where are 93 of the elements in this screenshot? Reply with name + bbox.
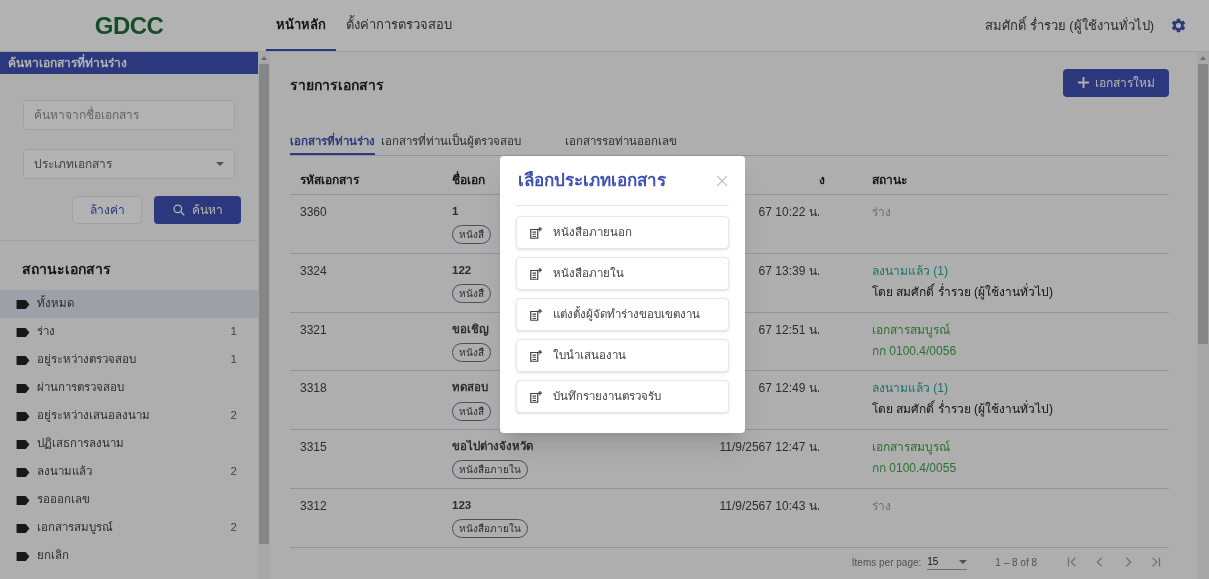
- item-count: 2: [230, 464, 238, 480]
- caret-icon: [959, 559, 968, 564]
- page-size-dropdown[interactable]: 15: [927, 554, 968, 571]
- document-type-option[interactable]: หนังสือภายใน: [516, 257, 729, 290]
- document-name: 122: [452, 262, 472, 278]
- status-item[interactable]: ลงนามแล้ว 2: [0, 458, 258, 486]
- page-title: รายการเอกสาร: [290, 76, 384, 96]
- status-item[interactable]: ปฏิเสธการลงนาม: [0, 430, 258, 458]
- status-item[interactable]: อยู่ระหว่างเสนอลงนาม 2: [0, 402, 258, 430]
- document-tab[interactable]: เอกสารที่ท่านร่าง: [290, 130, 375, 155]
- status-detail: กก 0100.4/0056: [872, 342, 957, 360]
- clear-button[interactable]: ล้างค่า: [72, 196, 142, 224]
- tag-icon: [15, 522, 31, 534]
- settings-icon[interactable]: [1170, 17, 1187, 34]
- page-range: 1 – 8 of 8: [995, 555, 1037, 570]
- item-count: 1: [230, 324, 238, 340]
- search-field[interactable]: ค้นหาจากชื่อเอกสาร: [23, 100, 235, 130]
- table-cell: 3360: [300, 205, 327, 220]
- section-heading: สถานะเอกสาร: [21, 260, 112, 279]
- new-document-button[interactable]: เอกสารใหม่: [1063, 68, 1169, 97]
- document-tab[interactable]: เอกสารรอท่านออกเลข: [565, 130, 677, 155]
- tag-icon: [15, 494, 31, 506]
- status-label: เอกสารสมบูรณ์: [872, 321, 950, 339]
- status-detail: โดย สมศักดิ์ ร่ำรวย (ผู้ใช้งานทั่วไป): [872, 282, 1053, 301]
- status-item[interactable]: รอออกเลข: [0, 486, 258, 514]
- item-count: 2: [230, 408, 238, 424]
- search-button[interactable]: ค้นหา: [154, 196, 241, 224]
- status-item[interactable]: ผ่านการตรวจสอบ: [0, 374, 258, 402]
- table-cell: 3318: [300, 381, 327, 396]
- status-label: ร่าง: [872, 497, 891, 515]
- status-detail: กก 0100.4/0055: [872, 460, 957, 478]
- type-dropdown[interactable]: ประเภทเอกสาร: [23, 149, 235, 179]
- table-cell: 67 12:51 น.: [758, 322, 820, 337]
- tag-icon: [15, 326, 31, 338]
- status-item[interactable]: ยกเลิก: [0, 542, 258, 570]
- status-detail: โดย สมศักดิ์ ร่ำรวย (ผู้ใช้งานทั่วไป): [872, 400, 1053, 419]
- document-name: ขอเชิญ: [452, 321, 489, 338]
- document-tab[interactable]: เอกสารที่ท่านเป็นผู้ตรวจสอบ: [381, 130, 559, 155]
- dialog-title: เลือกประเภทเอกสาร: [517, 169, 666, 192]
- column-header: สถานะ: [872, 172, 907, 187]
- tag-icon: [15, 550, 31, 562]
- document-name: ทดสอบ: [452, 380, 488, 396]
- table-cell: 3321: [300, 322, 327, 337]
- document-type-option[interactable]: แต่งตั้งผู้จัดทำร่างขอบเขตงาน: [516, 298, 729, 331]
- status-label: เอกสารสมบูรณ์: [872, 439, 950, 457]
- item-count: 1: [230, 352, 238, 368]
- status-label: ลงนามแล้ว (1): [872, 262, 948, 280]
- document-name: 123: [452, 497, 472, 513]
- column-header: ง: [819, 171, 825, 189]
- status-item[interactable]: ร่าง 1: [0, 318, 258, 346]
- panel-title: ค้นหาเอกสารที่ท่านร่าง: [0, 52, 258, 74]
- table-cell: 67 13:39 น.: [758, 263, 820, 278]
- tag-icon: [15, 298, 31, 310]
- table-cell: 11/9/2567 10:43 น.: [719, 498, 820, 513]
- table-cell: 67 10:22 น.: [758, 205, 820, 220]
- add-document-icon: [529, 307, 543, 322]
- tag-icon: [15, 382, 31, 394]
- user-name: สมศักดิ์ ร่ำรวย (ผู้ใช้งานทั่วไป): [985, 15, 1154, 36]
- logo: GDCC: [94, 10, 164, 41]
- table-cell: 67 12:49 น.: [758, 381, 820, 396]
- item-count: 2: [230, 520, 238, 536]
- document-type-option[interactable]: ใบนำเสนองาน: [516, 339, 729, 372]
- document-name: 1: [452, 204, 459, 220]
- add-document-icon: [529, 266, 543, 281]
- status-label: ลงนามแล้ว (1): [872, 380, 948, 398]
- tag-icon: [15, 438, 31, 450]
- column-header: รหัสเอกสาร: [300, 172, 359, 187]
- status-item[interactable]: เอกสารสมบูรณ์ 2: [0, 514, 258, 542]
- document-type-option[interactable]: บันทึกรายงานตรวจรับ: [516, 380, 729, 413]
- status-item[interactable]: อยู่ระหว่างตรวจสอบ 1: [0, 346, 258, 374]
- tag-icon: [15, 466, 31, 478]
- document-type-option[interactable]: หนังสือภายนอก: [516, 216, 729, 249]
- scrollbar[interactable]: [258, 52, 270, 579]
- plus-icon: [1077, 77, 1089, 89]
- pagination-label: Items per page:: [851, 555, 922, 570]
- close-icon[interactable]: [717, 175, 727, 186]
- document-name: ขอไปต่างจังหวัด: [452, 438, 533, 455]
- tag-icon: [15, 354, 31, 366]
- scrollbar[interactable]: [1197, 52, 1209, 579]
- caret-icon: [216, 162, 224, 166]
- table-cell: 3312: [300, 498, 327, 513]
- search-icon: [172, 203, 186, 217]
- column-header: ชื่อเอก: [452, 172, 485, 187]
- status-label: ร่าง: [872, 204, 891, 222]
- add-document-icon: [529, 225, 543, 240]
- add-document-icon: [529, 389, 543, 404]
- tag-icon: [15, 410, 31, 422]
- table-cell: 3324: [300, 263, 327, 278]
- table-cell: 11/9/2567 12:47 น.: [719, 440, 820, 455]
- add-document-icon: [529, 348, 543, 363]
- table-cell: 3315: [300, 440, 327, 455]
- nav-tab[interactable]: ตั้งค่าการตรวจสอบ: [336, 0, 462, 51]
- status-item[interactable]: ทั้งหมด: [0, 290, 258, 318]
